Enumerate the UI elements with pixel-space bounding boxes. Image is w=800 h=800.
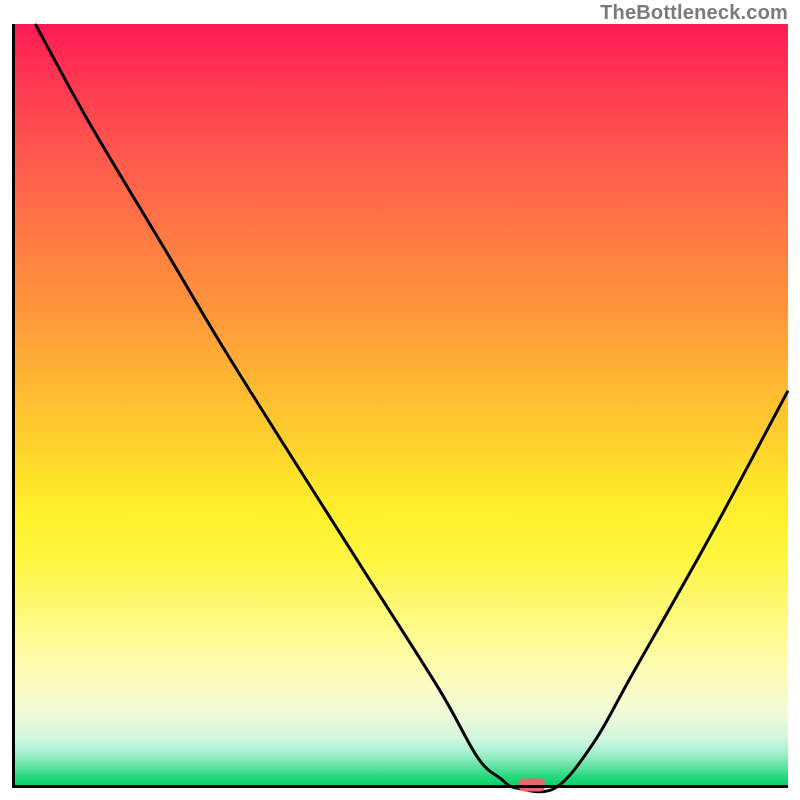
optimum-marker — [518, 779, 546, 792]
attribution-text: TheBottleneck.com — [600, 2, 788, 25]
plot-area — [12, 24, 788, 788]
bottleneck-curve — [12, 24, 788, 788]
chart-container: TheBottleneck.com — [0, 0, 800, 800]
